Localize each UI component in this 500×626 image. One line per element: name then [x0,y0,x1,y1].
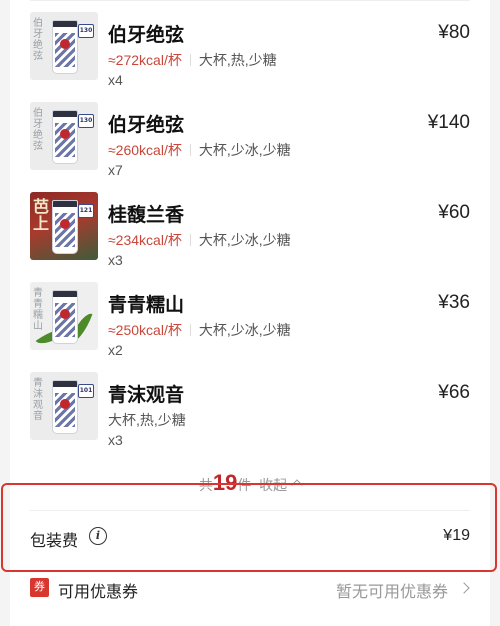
item-kcal: ≈260kcal/杯 [108,142,182,158]
image-caption: 伯牙绝弦 [33,18,43,62]
list-item[interactable]: 青青糯山 青青糯山 ¥36 ≈250kcal/杯 大杯,少冰,少糖 x2 [10,270,490,360]
item-qty: x2 [108,342,123,358]
packaging-fee-label: 包装费 [30,533,79,550]
cup-tag: 130 [78,24,94,38]
item-meta: ≈272kcal/杯 大杯,热,少糖 [108,50,277,70]
item-name: 桂馥兰香 [108,205,185,226]
item-price: ¥140 [427,112,470,133]
chevron-right-icon[interactable] [458,582,470,594]
item-name: 青青糯山 [108,295,185,316]
item-kcal: ≈250kcal/杯 [108,322,182,338]
product-image: 伯牙绝弦 130 [30,102,98,170]
list-item[interactable]: 伯牙绝弦 130 伯牙绝弦 ¥80 ≈272kcal/杯 大杯,热,少糖 x4 [10,0,490,90]
product-image: 伯牙绝弦 130 [30,12,98,80]
packaging-fee-value: ¥19 [443,527,470,544]
image-caption: 伯牙绝弦 [33,108,43,152]
coupon-icon: 券 [30,578,49,597]
info-icon[interactable]: i [89,527,107,545]
product-image: 芭上 121 [30,192,98,260]
list-item[interactable]: 伯牙绝弦 130 伯牙绝弦 ¥140 ≈260kcal/杯 大杯,少冰,少糖 x7 [10,90,490,180]
product-image: 青沫观音 101 [30,372,98,440]
order-card: 伯牙绝弦 130 伯牙绝弦 ¥80 ≈272kcal/杯 大杯,热,少糖 x4 伯… [1,0,497,626]
item-price: ¥66 [438,382,470,403]
item-qty: x3 [108,252,123,268]
divider [30,510,470,511]
item-options: 大杯,少冰,少糖 [198,232,291,248]
item-options: 大杯,少冰,少糖 [198,142,291,158]
item-meta: ≈260kcal/杯 大杯,少冰,少糖 [108,140,291,160]
item-options: 大杯,热,少糖 [108,412,186,428]
item-options: 大杯,热,少糖 [198,52,277,68]
item-qty: x3 [108,432,123,448]
item-name: 伯牙绝弦 [108,115,185,136]
image-caption: 芭上 [33,197,50,233]
item-kcal: ≈234kcal/杯 [108,232,182,248]
item-meta: ≈234kcal/杯 大杯,少冰,少糖 [108,230,291,250]
item-price: ¥60 [438,202,470,223]
coupon-status[interactable]: 暂无可用优惠券 [336,578,448,602]
cup-tag: 130 [78,114,94,128]
item-qty: x4 [108,72,123,88]
item-options: 大杯,少冰,少糖 [198,322,291,338]
item-price: ¥80 [438,22,470,43]
item-meta: ≈250kcal/杯 大杯,少冰,少糖 [108,320,291,340]
item-name: 伯牙绝弦 [108,25,185,46]
cup-tag: 121 [78,204,94,218]
list-item[interactable]: 青沫观音 101 青沫观音 ¥66 大杯,热,少糖 x3 [10,360,490,450]
cup-tag: 101 [78,384,94,398]
list-item[interactable]: 芭上 121 桂馥兰香 ¥60 ≈234kcal/杯 大杯,少冰,少糖 x3 [10,180,490,270]
image-caption: 青沫观音 [33,378,43,422]
item-price: ¥36 [438,292,470,313]
product-image: 青青糯山 [30,282,98,350]
item-qty: x7 [108,162,123,178]
image-caption: 青青糯山 [33,288,43,332]
item-kcal: ≈272kcal/杯 [108,52,182,68]
item-meta: 大杯,热,少糖 [108,410,186,430]
item-name: 青沫观音 [108,385,185,406]
coupon-label: 可用优惠券 [58,584,139,601]
